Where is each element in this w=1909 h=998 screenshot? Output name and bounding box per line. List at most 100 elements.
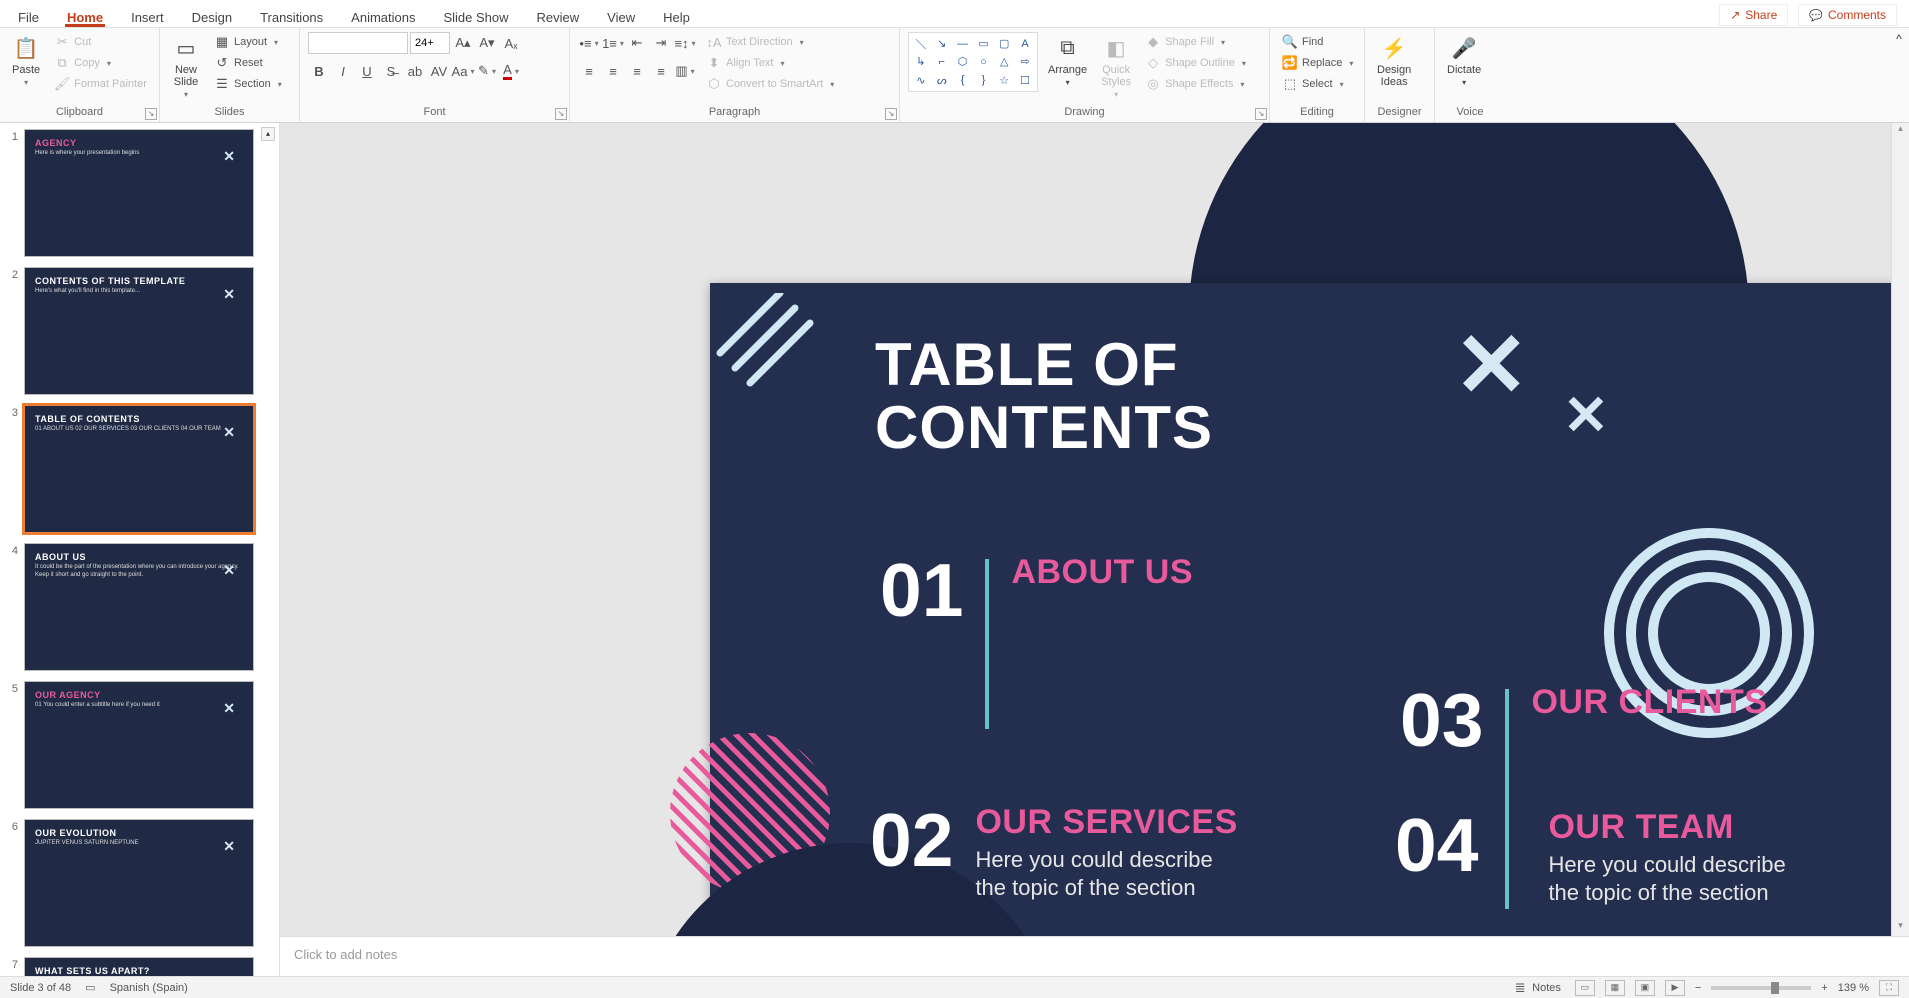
font-size-input[interactable] [410,32,450,54]
notes-toggle[interactable]: ≣Notes [1508,978,1565,998]
slide-thumbnail[interactable]: AGENCYHere is where your presentation be… [24,129,254,257]
shape-triangle-icon[interactable]: △ [994,53,1014,70]
tab-animations[interactable]: Animations [349,6,417,27]
canvas-scrollbar-vertical[interactable]: ▴ ▾ [1891,123,1909,936]
justify-button[interactable]: ≡ [650,60,672,82]
shape-star-icon[interactable]: ☆ [994,72,1014,89]
shape-effects-button[interactable]: ◎Shape Effects [1141,74,1250,94]
reading-view-button[interactable]: ▣ [1635,980,1655,996]
increase-indent-button[interactable]: ⇥ [650,32,672,54]
char-spacing-button[interactable]: AV [428,60,450,82]
tab-file[interactable]: File [16,6,41,27]
tab-review[interactable]: Review [535,6,582,27]
decrease-indent-button[interactable]: ⇤ [626,32,648,54]
convert-smartart-button[interactable]: ⬡Convert to SmartArt [702,74,838,94]
shape-line-icon[interactable]: ＼ [911,35,931,52]
shape-poly-icon[interactable]: ⬡ [953,53,973,70]
thumb-scroll-up[interactable]: ▴ [261,127,275,141]
align-center-button[interactable]: ≡ [602,60,624,82]
shape-rect-icon[interactable]: ▭ [974,35,994,52]
find-button[interactable]: 🔍Find [1278,32,1357,52]
numbering-button[interactable]: 1≡ [602,32,624,54]
share-button[interactable]: Share [1719,4,1788,26]
shape-brace2-icon[interactable]: } [974,72,994,89]
replace-button[interactable]: 🔁Replace [1278,53,1357,73]
tab-help[interactable]: Help [661,6,692,27]
new-slide-button[interactable]: ▭ New Slide ▾ [168,32,204,101]
shape-free-icon[interactable]: ᔕ [932,72,952,89]
strikethrough-button[interactable]: S̶ [380,60,402,82]
slide-thumbnail[interactable]: OUR EVOLUTIONJUPITER VENUS SATURN NEPTUN… [24,819,254,947]
layout-button[interactable]: ▦Layout [210,32,286,52]
shape-callout-icon[interactable]: ☐ [1015,72,1035,89]
quick-styles-button[interactable]: ◧Quick Styles▾ [1097,32,1135,101]
underline-button[interactable]: U [356,60,378,82]
grow-font-button[interactable]: A▴ [452,32,474,54]
shadow-button[interactable]: ab [404,60,426,82]
tab-view[interactable]: View [605,6,637,27]
paste-button[interactable]: 📋 Paste ▾ [8,32,44,89]
drawing-dialog-launcher[interactable]: ↘ [1255,108,1267,120]
align-right-button[interactable]: ≡ [626,60,648,82]
comments-button[interactable]: Comments [1798,4,1897,26]
slide-thumbnail[interactable]: CONTENTS OF THIS TEMPLATEHere's what you… [24,267,254,395]
scroll-up-button[interactable]: ▴ [1892,123,1909,139]
shape-connector-icon[interactable]: ↳ [911,53,931,70]
toc-item-02[interactable]: 02 OUR SERVICESHere you could describe t… [870,803,1238,901]
font-dialog-launcher[interactable]: ↘ [555,108,567,120]
font-name-input[interactable] [308,32,408,54]
shape-circle-icon[interactable]: ○ [974,53,994,70]
reset-button[interactable]: ↺Reset [210,53,286,73]
slide-thumbnail[interactable]: WHAT SETS US APART?✕ [24,957,254,976]
shape-textbox-icon[interactable]: A [1015,35,1035,52]
shape-brace-icon[interactable]: { [953,72,973,89]
slide-title[interactable]: TABLE OF CONTENTS [875,333,1213,459]
bullets-button[interactable]: •≡ [578,32,600,54]
tab-home[interactable]: Home [65,6,105,27]
thumb-scrollbar[interactable]: ▴ [261,127,277,187]
line-spacing-button[interactable]: ≡↕ [674,32,696,54]
columns-button[interactable]: ▥ [674,60,696,82]
canvas-area[interactable]: ✕ ✕ TABLE OF CONTENTS 01 ABOUT US 02 OUR… [280,123,1909,936]
align-text-button[interactable]: ⬍Align Text [702,53,838,73]
shrink-font-button[interactable]: A▾ [476,32,498,54]
collapse-ribbon-button[interactable]: ^ [1889,28,1909,122]
toc-item-01[interactable]: 01 ABOUT US [880,553,1193,729]
shape-curve-icon[interactable]: ∿ [911,72,931,89]
select-button[interactable]: ⬚Select [1278,74,1357,94]
notes-pane[interactable]: Click to add notes [280,936,1909,976]
shape-line2-icon[interactable]: — [953,35,973,52]
text-direction-button[interactable]: ↕AText Direction [702,32,838,52]
slide-thumbnail[interactable]: OUR AGENCY01 You could enter a subtitle … [24,681,254,809]
toc-item-04[interactable]: 04 OUR TEAMHere you could describe the t… [1395,808,1786,906]
slide-thumbnail[interactable]: TABLE OF CONTENTS01 ABOUT US 02 OUR SERV… [24,405,254,533]
design-ideas-button[interactable]: ⚡Design Ideas [1373,32,1415,90]
cut-button[interactable]: ✂Cut [50,32,151,52]
paragraph-dialog-launcher[interactable]: ↘ [885,108,897,120]
copy-button[interactable]: ⧉Copy [50,53,151,73]
clear-formatting-button[interactable]: Aₓ [500,32,522,54]
slide-thumbnail[interactable]: ABOUT USIt could be the part of the pres… [24,543,254,671]
slideshow-view-button[interactable]: ▶ [1665,980,1685,996]
tab-transitions[interactable]: Transitions [258,6,325,27]
slide-counter[interactable]: Slide 3 of 48 [10,982,71,994]
shape-roundrect-icon[interactable]: ▢ [994,35,1014,52]
shapes-gallery[interactable]: ＼↘—▭▢A ↳⌐⬡○△⇨ ∿ᔕ{}☆☐ [908,32,1038,92]
section-button[interactable]: ☰Section [210,74,286,94]
shape-arrow-icon[interactable]: ↘ [932,35,952,52]
highlight-button[interactable]: ✎ [476,60,498,82]
tab-slideshow[interactable]: Slide Show [441,6,510,27]
dictate-button[interactable]: 🎤Dictate▾ [1443,32,1485,89]
font-color-button[interactable]: A [500,60,522,82]
zoom-out-button[interactable]: − [1695,982,1701,994]
change-case-button[interactable]: Aa [452,60,474,82]
sorter-view-button[interactable]: ▦ [1605,980,1625,996]
shape-l-icon[interactable]: ⌐ [932,53,952,70]
bold-button[interactable]: B [308,60,330,82]
italic-button[interactable]: I [332,60,354,82]
normal-view-button[interactable]: ▭ [1575,980,1595,996]
shape-outline-button[interactable]: ◇Shape Outline [1141,53,1250,73]
spellcheck-icon[interactable]: ▭ [85,981,95,994]
align-left-button[interactable]: ≡ [578,60,600,82]
clipboard-dialog-launcher[interactable]: ↘ [145,108,157,120]
